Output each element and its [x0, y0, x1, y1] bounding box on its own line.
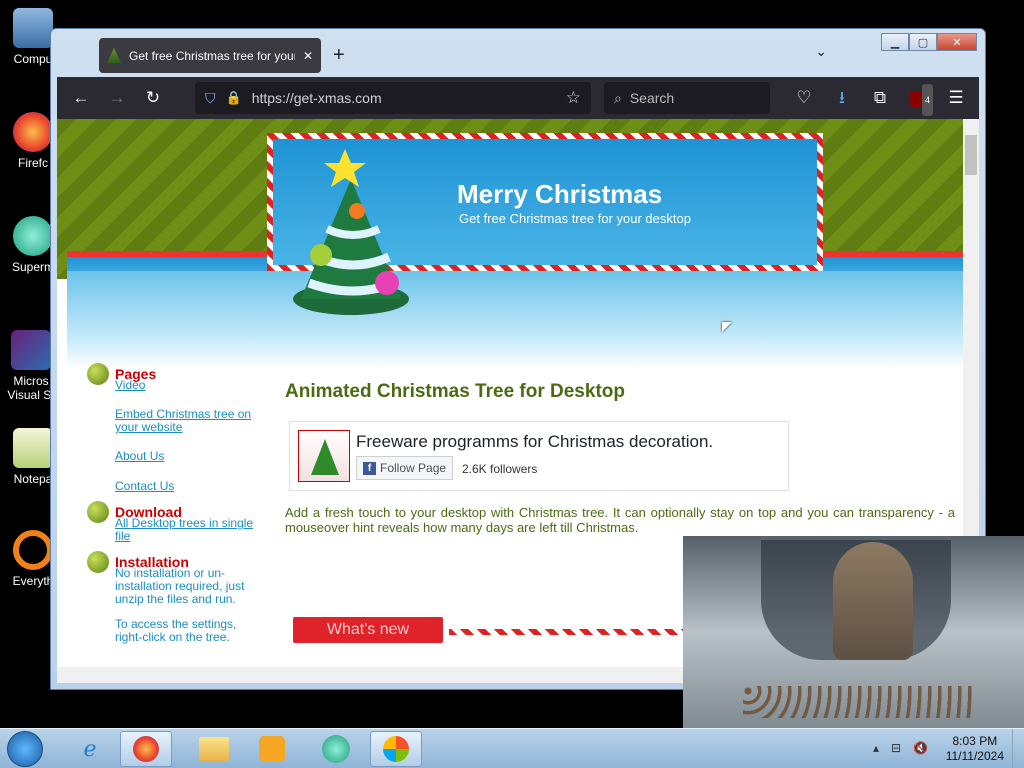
reload-icon[interactable]: ↻ [135, 88, 171, 108]
extensions-icon[interactable]: ⧉ [863, 82, 897, 114]
taskbar: ℯ ▴ ⊟ 🔇 8:03 PM 11/11/2024 [0, 728, 1024, 768]
whats-new-ribbon: What's new [293, 617, 443, 643]
ublock-origin-icon[interactable]: 4 [901, 82, 935, 116]
main-title: Animated Christmas Tree for Desktop [285, 381, 625, 402]
tab-active[interactable]: Get free Christmas tree for your ✕ [99, 38, 321, 73]
taskbar-firefox[interactable] [120, 731, 172, 767]
firefox-icon [13, 112, 53, 152]
media-player-icon [259, 736, 285, 762]
minimize-button[interactable]: ▁ [881, 33, 909, 51]
show-desktop-button[interactable] [1012, 729, 1024, 768]
windows-logo-icon [383, 736, 409, 762]
pocket-icon[interactable]: ♡ [787, 82, 821, 114]
followers-count: 2.6K followers [462, 462, 538, 476]
facebook-icon: f [363, 461, 376, 475]
computer-icon [13, 8, 53, 48]
ublock-badge: 4 [921, 84, 933, 116]
installation-text: No installation or un-installation requi… [115, 566, 245, 606]
taskbar-supermium[interactable] [310, 731, 362, 767]
list-all-tabs-chevron-icon[interactable]: ⌄ [815, 43, 827, 60]
header-sky [67, 269, 963, 369]
downloads-icon[interactable]: ⭳ [825, 82, 859, 114]
sidebar-link-contact[interactable]: Contact Us [115, 480, 277, 493]
lock-icon[interactable]: 🔒 [226, 90, 242, 106]
clock-date: 11/11/2024 [945, 749, 1004, 763]
search-icon: ⌕ [614, 89, 622, 106]
clock[interactable]: 8:03 PM 11/11/2024 [946, 734, 1004, 764]
ornament-icon [87, 551, 109, 573]
follow-page-button[interactable]: f Follow Page [356, 456, 454, 480]
address-bar[interactable]: ⛉ 🔒 https://get-xmas.com ☆ [195, 82, 591, 114]
mouse-cursor [722, 322, 732, 332]
bookmark-star-icon[interactable]: ☆ [566, 88, 581, 108]
scroll-thumb[interactable] [965, 135, 977, 175]
sidebar-link-video[interactable]: Video [115, 379, 277, 392]
tab-title: Get free Christmas tree for your [129, 48, 295, 63]
supermium-icon [13, 216, 53, 256]
start-button[interactable] [7, 731, 43, 767]
search-placeholder: Search [629, 90, 675, 106]
ornament-icon [87, 363, 109, 385]
tracking-shield-icon[interactable]: ⛉ [205, 90, 216, 107]
sidebar-link-all-trees[interactable]: All Desktop trees in single file [115, 517, 267, 543]
window-controls: ▁ ▢ ✕ [881, 33, 977, 51]
description-text: Add a fresh touch to your desktop with C… [285, 505, 955, 535]
taskbar-media-player[interactable] [246, 731, 298, 767]
clock-time: 8:03 PM [952, 734, 998, 748]
sidebar-link-embed[interactable]: Embed Christmas tree on your website [115, 408, 265, 434]
close-tab-icon[interactable]: ✕ [303, 49, 313, 63]
ornament-icon [87, 501, 109, 523]
video-food [743, 686, 973, 718]
christmas-tree-image [293, 149, 409, 315]
close-window-button[interactable]: ✕ [937, 33, 977, 51]
maximize-button[interactable]: ▢ [909, 33, 937, 51]
facebook-page-thumbnail[interactable] [298, 430, 350, 482]
favicon-tree-icon [107, 47, 121, 64]
settings-text: To access the settings, right-click on t… [115, 617, 237, 644]
firefox-icon [133, 736, 159, 762]
taskbar-file-explorer[interactable] [188, 731, 240, 767]
header-title: Merry Christmas [457, 179, 663, 209]
menu-hamburger-icon[interactable]: ☰ [939, 82, 973, 114]
system-tray: ▴ ⊟ 🔇 [873, 741, 928, 755]
banner-right-strip [815, 251, 963, 271]
network-icon[interactable]: ⊟ [891, 741, 901, 755]
header-subtitle: Get free Christmas tree for your desktop [459, 211, 691, 226]
nav-toolbar: ← → ↻ ⛉ 🔒 https://get-xmas.com ☆ ⌕ Searc… [57, 77, 979, 119]
supermium-icon [322, 735, 350, 763]
everything-search-icon [13, 530, 53, 570]
notepad-icon [13, 428, 53, 468]
visual-studio-icon [11, 330, 51, 370]
url-text[interactable]: https://get-xmas.com [252, 90, 382, 106]
toolbar-right: ♡ ⭳ ⧉ 4 ☰ [787, 82, 973, 116]
tray-expand-icon[interactable]: ▴ [873, 741, 879, 755]
folder-icon [199, 737, 229, 761]
taskbar-internet-explorer[interactable]: ℯ [64, 731, 116, 767]
volume-muted-icon[interactable]: 🔇 [913, 741, 928, 755]
sidebar: Pages Video Embed Christmas tree on your… [87, 357, 277, 644]
sidebar-link-about[interactable]: About Us [115, 450, 277, 463]
search-box[interactable]: ⌕ Search [604, 82, 770, 114]
facebook-page-title[interactable]: Freeware programms for Christmas decorat… [356, 432, 713, 452]
pip-video-cat[interactable] [683, 536, 1024, 728]
banner-left-strip [67, 251, 273, 271]
taskbar-windows-app[interactable] [370, 731, 422, 767]
forward-icon[interactable]: → [99, 88, 135, 108]
facebook-widget: Freeware programms for Christmas decorat… [289, 421, 789, 491]
new-tab-button[interactable]: + [333, 44, 345, 67]
back-icon[interactable]: ← [63, 88, 99, 108]
video-cat [833, 542, 913, 660]
